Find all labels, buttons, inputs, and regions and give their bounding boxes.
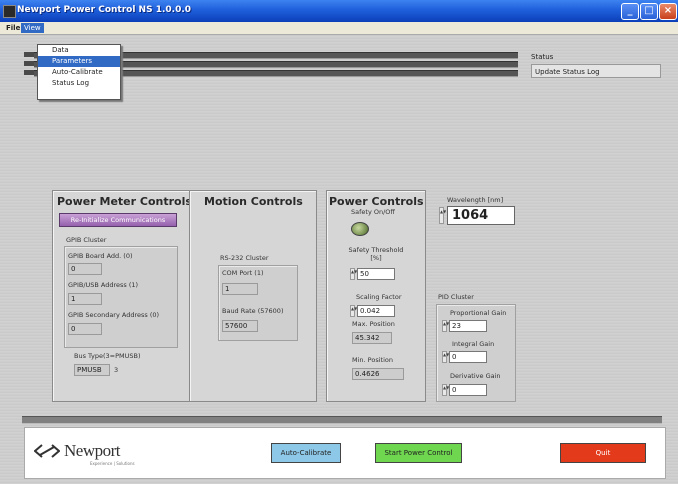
logo-tagline: Experience | Solutions [90, 461, 135, 466]
title-bar[interactable]: Newport Power Control NS 1.0.0.0 _ □ × [0, 0, 678, 22]
integral-gain-field[interactable]: 0 [449, 351, 487, 363]
quit-button[interactable]: Quit [560, 443, 646, 463]
gpib-address-label: GPIB/USB Address (1) [68, 281, 139, 289]
gpib-board-label: GPIB Board Add. (0) [68, 252, 133, 260]
window-title: Newport Power Control NS 1.0.0.0 [17, 5, 192, 15]
menu-view[interactable]: View [21, 23, 44, 33]
motion-title: Motion Controls [204, 195, 303, 208]
start-power-control-button[interactable]: Start Power Control [375, 443, 462, 463]
baud-rate-field[interactable]: 57600 [222, 320, 258, 332]
derivative-gain-field[interactable]: 0 [449, 384, 487, 396]
power-controls-title: Power Controls [329, 195, 424, 208]
integral-spinner[interactable]: ▲▼ [442, 351, 449, 363]
bus-type-value: 3 [114, 366, 119, 374]
safety-toggle[interactable] [351, 222, 369, 236]
scaling-label: Scaling Factor [356, 293, 402, 301]
threshold-label: Safety Threshold [%] [348, 246, 404, 262]
bus-type-label: Bus Type(3=PMUSB) [74, 352, 141, 360]
close-button[interactable]: × [659, 3, 677, 20]
derivative-spinner[interactable]: ▲▼ [442, 384, 449, 396]
integral-gain-label: Integral Gain [452, 340, 495, 348]
proportional-spinner[interactable]: ▲▼ [442, 320, 449, 332]
scaling-field[interactable]: 0.042 [357, 305, 395, 317]
maximize-button[interactable]: □ [640, 3, 658, 20]
reinitialize-button[interactable]: Re-Initialize Communications [59, 213, 177, 227]
power-meter-title: Power Meter Controls [57, 195, 192, 208]
view-menu-dropdown: Data Parameters Auto-Calibrate Status Lo… [37, 44, 121, 100]
app-icon [3, 5, 16, 18]
divider [22, 416, 662, 424]
derivative-gain-label: Derivative Gain [450, 372, 501, 380]
menu-item-auto-calibrate[interactable]: Auto-Calibrate [38, 67, 120, 78]
menu-item-data[interactable]: Data [38, 45, 120, 56]
wavelength-spinner[interactable]: ▲▼ [439, 207, 446, 224]
com-port-field[interactable]: 1 [222, 283, 258, 295]
status-display: Update Status Log [531, 64, 661, 78]
gpib-cluster-label: GPIB Cluster [66, 236, 107, 244]
threshold-spinner[interactable]: ▲▼ [350, 268, 357, 280]
scaling-spinner[interactable]: ▲▼ [350, 305, 357, 317]
pid-cluster-label: PID Cluster [438, 293, 474, 301]
min-position-label: Min. Position [352, 356, 393, 364]
minimize-button[interactable]: _ [621, 3, 639, 20]
gpib-secondary-label: GPIB Secondary Address (0) [68, 311, 160, 319]
menu-item-status-log[interactable]: Status Log [38, 78, 120, 89]
status-label: Status [531, 53, 554, 61]
newport-logo-icon [34, 444, 60, 458]
auto-calibrate-button[interactable]: Auto-Calibrate [271, 443, 341, 463]
proportional-gain-label: Proportional Gain [450, 309, 507, 317]
newport-logo: Newport [64, 441, 120, 460]
menu-item-parameters[interactable]: Parameters [38, 56, 120, 67]
wavelength-label: Wavelength [nm] [447, 196, 504, 204]
app-window: Newport Power Control NS 1.0.0.0 _ □ × F… [0, 0, 678, 484]
gpib-board-field[interactable]: 0 [68, 263, 102, 275]
gpib-secondary-field[interactable]: 0 [68, 323, 102, 335]
max-position-label: Max. Position [352, 320, 395, 328]
min-position-field: 0.4626 [352, 368, 404, 380]
proportional-gain-field[interactable]: 23 [449, 320, 487, 332]
threshold-field[interactable]: 50 [357, 268, 395, 280]
max-position-field: 45.342 [352, 332, 392, 344]
baud-rate-label: Baud Rate (57600) [222, 307, 284, 315]
rs232-cluster-label: RS-232 Cluster [220, 254, 269, 262]
wavelength-field[interactable]: 1064 [447, 206, 515, 225]
bus-type-field[interactable]: PMUSB [74, 364, 110, 376]
com-port-label: COM Port (1) [222, 269, 264, 277]
menu-bar: File View [0, 22, 678, 35]
safety-label: Safety On/Off [351, 208, 395, 216]
gpib-address-field[interactable]: 1 [68, 293, 102, 305]
